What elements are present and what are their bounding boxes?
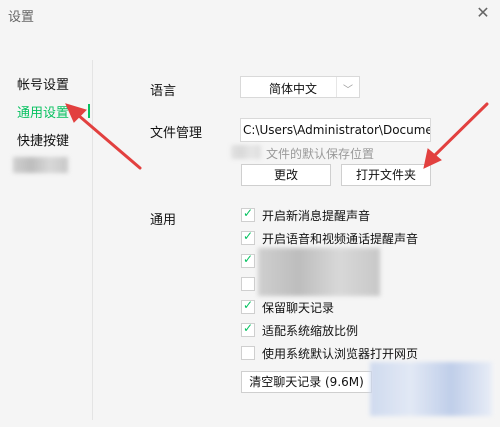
checkbox[interactable]: ✓ — [241, 229, 255, 245]
checkbox[interactable] — [241, 277, 255, 291]
sidebar-item-account[interactable]: 帐号设置 — [17, 74, 69, 93]
file-management-label: 文件管理 — [150, 126, 203, 141]
language-select[interactable]: 简体中文 ﹀ — [240, 76, 360, 98]
check-icon: ✓ — [243, 206, 254, 220]
option-label: 使用系统默认浏览器打开网页 — [262, 347, 419, 361]
checkbox[interactable]: ✓ — [241, 206, 255, 222]
checkbox[interactable]: ✓ — [241, 321, 255, 337]
file-path-field[interactable] — [240, 118, 431, 142]
redacted-watermark — [370, 362, 492, 416]
change-button[interactable]: 更改 — [241, 164, 331, 186]
arrow-to-open-folder — [430, 102, 489, 160]
clear-chat-history-button[interactable]: 清空聊天记录 (9.6M) — [241, 371, 372, 393]
checkbox[interactable]: ✓ — [241, 252, 255, 268]
file-path-hint: 文件的默认保存位置 — [266, 147, 375, 161]
option-label: 开启新消息提醒声音 — [262, 209, 371, 223]
close-icon[interactable]: ✕ — [474, 4, 492, 22]
chevron-down-icon[interactable]: ﹀ — [343, 81, 353, 96]
check-icon: ✓ — [243, 229, 254, 243]
option-label: 适配系统缩放比例 — [262, 324, 359, 338]
file-path-input[interactable] — [241, 119, 430, 141]
option-label: 保留聊天记录 — [262, 301, 335, 315]
sidebar-active-indicator — [88, 104, 90, 118]
check-icon: ✓ — [243, 321, 254, 335]
language-select-value: 简体中文 — [269, 82, 318, 96]
checkbox[interactable]: ✓ — [241, 298, 255, 314]
redacted-hint-prefix — [231, 145, 261, 159]
redacted-option-labels — [258, 248, 380, 296]
language-label: 语言 — [150, 84, 177, 99]
sidebar-item-general[interactable]: 通用设置 — [17, 102, 69, 121]
checkbox[interactable] — [241, 346, 255, 360]
sidebar-item-shortcuts[interactable]: 快捷按键 — [17, 130, 69, 149]
option-label: 开启语音和视频通话提醒声音 — [262, 232, 419, 246]
general-label: 通用 — [150, 213, 177, 228]
select-divider — [336, 77, 337, 97]
window-title: 设置 — [8, 10, 35, 25]
sidebar-item-redacted[interactable] — [13, 157, 68, 173]
open-folder-button[interactable]: 打开文件夹 — [341, 164, 431, 186]
check-icon: ✓ — [243, 298, 254, 312]
check-icon: ✓ — [243, 252, 254, 266]
